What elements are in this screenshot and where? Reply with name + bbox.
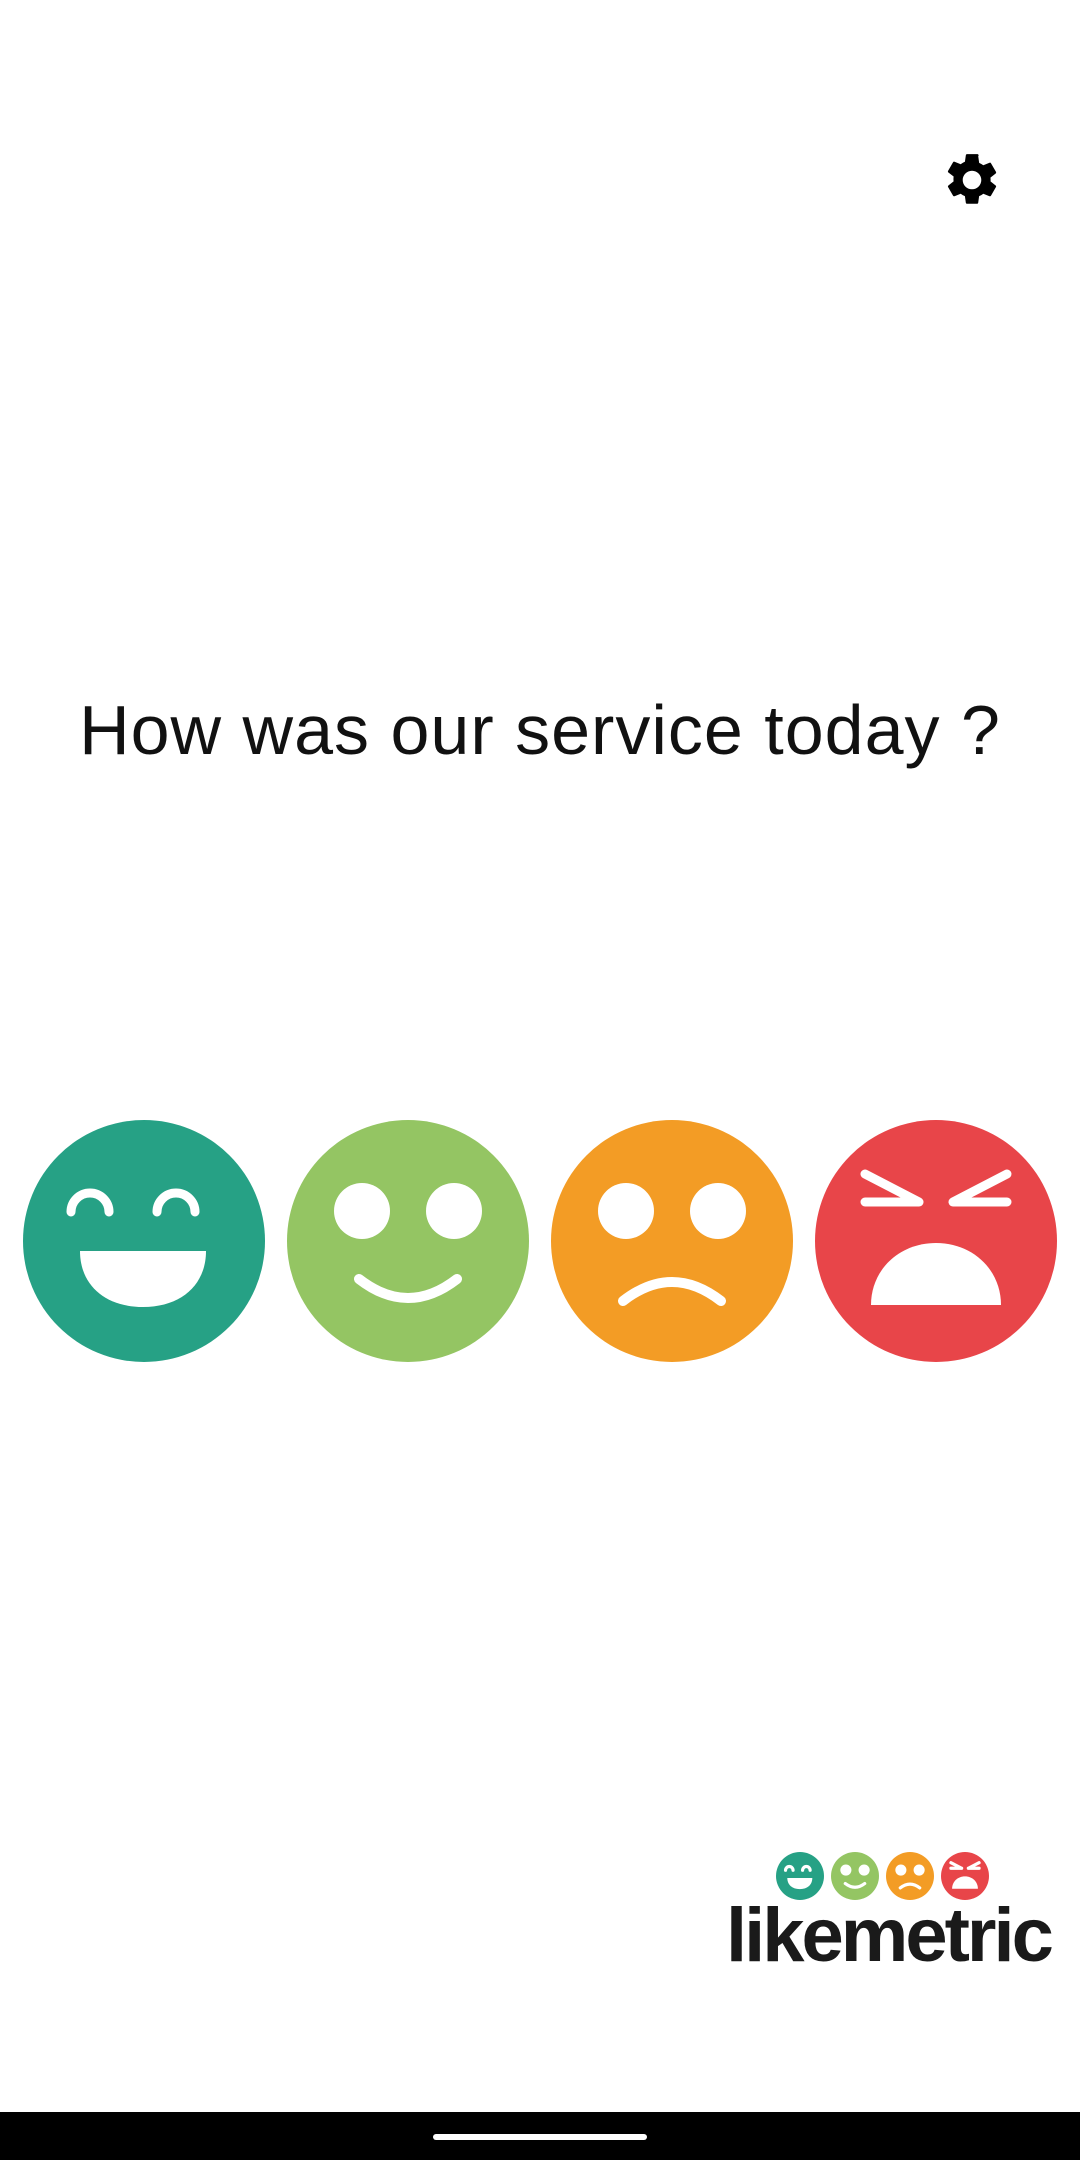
likemetric-logo: likemetric [726,1852,1054,1982]
rating-unhappy-button[interactable] [551,1120,793,1362]
question-text: How was our service today ? [79,691,1001,769]
logo-wordmark: likemetric [726,1893,1054,1978]
smiling-face-icon [287,1120,529,1362]
settings-button[interactable] [940,148,1004,212]
system-navigation-bar [0,2112,1080,2160]
rating-very-unhappy-button[interactable] [815,1120,1057,1362]
rating-very-happy-button[interactable] [23,1120,265,1362]
grinning-face-icon [23,1120,265,1362]
gear-icon [947,154,997,204]
angry-face-icon [815,1120,1057,1362]
rating-happy-button[interactable] [287,1120,529,1362]
frowning-face-icon [551,1120,793,1362]
gesture-handle[interactable] [433,2134,647,2140]
rating-options [0,1120,1080,1366]
